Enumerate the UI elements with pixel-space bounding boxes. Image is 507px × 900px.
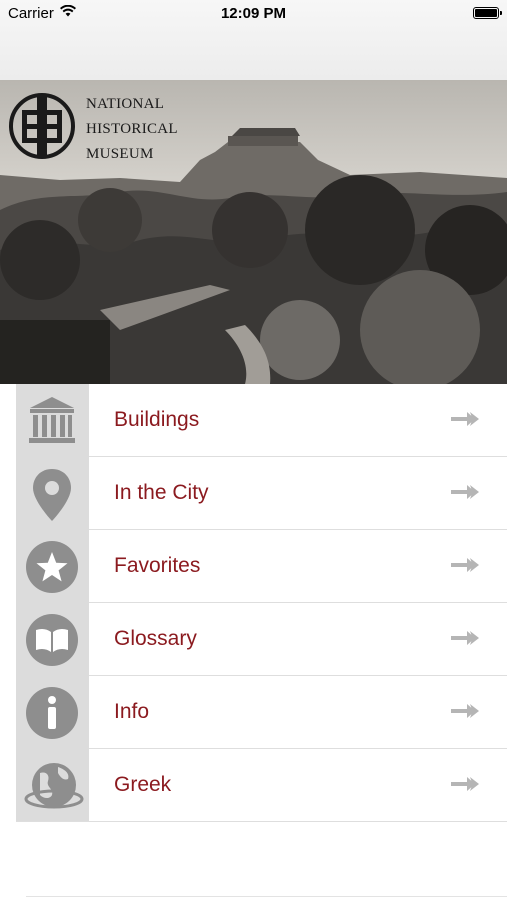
double-arrow-icon xyxy=(449,775,483,798)
double-arrow-icon xyxy=(449,702,483,725)
museum-name-line: MUSEUM xyxy=(86,146,154,162)
menu-item-favorites[interactable]: Favorites xyxy=(16,530,507,603)
row-divider xyxy=(16,821,507,822)
menu-icon-cell xyxy=(16,603,89,676)
main-menu: Buildings In the City Favorites Glossary… xyxy=(16,384,507,822)
info-icon xyxy=(26,687,78,739)
double-arrow-icon xyxy=(449,483,483,506)
bottom-divider xyxy=(26,896,507,897)
menu-item-buildings[interactable]: Buildings xyxy=(16,384,507,457)
globe-icon xyxy=(24,763,84,809)
status-time: 12:09 PM xyxy=(220,5,287,22)
menu-item-in-the-city[interactable]: In the City xyxy=(16,457,507,530)
museum-logo xyxy=(8,92,76,160)
map-pin-icon xyxy=(33,469,71,521)
museum-name-line: NATIONAL xyxy=(86,96,165,112)
menu-item-label: Greek xyxy=(114,773,172,796)
menu-item-label: In the City xyxy=(114,481,209,504)
menu-item-label: Glossary xyxy=(114,627,197,650)
hero-banner-photo: NATIONAL HISTORICAL MUSEUM xyxy=(0,80,507,384)
status-bar: Carrier 12:09 PM xyxy=(0,0,507,28)
menu-icon-cell xyxy=(16,457,89,530)
acropolis-landscape-illustration xyxy=(0,80,507,384)
building-icon xyxy=(29,397,75,443)
battery-icon xyxy=(473,7,502,19)
book-icon xyxy=(26,614,78,666)
menu-item-glossary[interactable]: Glossary xyxy=(16,603,507,676)
menu-item-info[interactable]: Info xyxy=(16,676,507,749)
menu-icon-cell xyxy=(16,749,89,822)
menu-icon-cell xyxy=(16,384,89,457)
menu-icon-cell xyxy=(16,530,89,603)
menu-item-greek[interactable]: Greek xyxy=(16,749,507,822)
star-icon xyxy=(26,541,78,593)
museum-name: NATIONAL HISTORICAL MUSEUM xyxy=(86,92,178,167)
museum-name-line: HISTORICAL xyxy=(86,121,178,137)
double-arrow-icon xyxy=(449,629,483,652)
double-arrow-icon xyxy=(449,556,483,579)
menu-item-label: Favorites xyxy=(114,554,201,577)
double-arrow-icon xyxy=(449,410,483,433)
menu-item-label: Info xyxy=(114,700,150,723)
menu-item-label: Buildings xyxy=(114,408,200,431)
menu-icon-cell xyxy=(16,676,89,749)
